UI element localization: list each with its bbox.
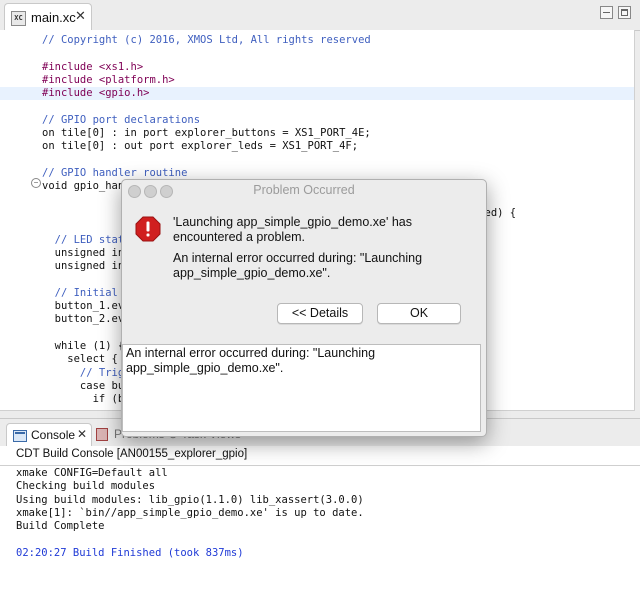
editor-tab-bar: XC main.xc ✕ — [0, 0, 640, 31]
tab-main-xc[interactable]: XC main.xc ✕ — [4, 3, 92, 31]
tab-label: main.xc — [31, 10, 76, 25]
error-message: 'Launching app_simple_gpio_demo.xe' has … — [173, 215, 412, 244]
console-title: CDT Build Console [AN00155_explorer_gpio… — [16, 448, 248, 460]
close-icon[interactable]: ✕ — [75, 8, 86, 24]
details-text: An internal error occurred during: "Laun… — [126, 346, 376, 375]
console-icon — [13, 430, 27, 442]
ok-button[interactable]: OK — [377, 303, 461, 324]
xc-file-icon: XC — [11, 11, 26, 26]
console-header: CDT Build Console [AN00155_explorer_gpio… — [0, 446, 640, 466]
code-line[interactable]: #include <xs1.h> — [42, 61, 634, 74]
code-line[interactable]: on tile[0] : out port explorer_leds = XS… — [42, 140, 634, 153]
console-line: Using build modules: lib_gpio(1.1.0) lib… — [16, 493, 364, 506]
code-line[interactable]: on tile[0] : in port explorer_buttons = … — [42, 127, 634, 140]
details-button[interactable]: << Details — [277, 303, 363, 324]
code-line[interactable]: #include <gpio.h> — [0, 87, 634, 101]
dialog-title: Problem Occurred — [253, 183, 355, 197]
tab-console[interactable]: Console ✕ — [6, 423, 92, 448]
code-line[interactable]: // GPIO port declarations — [42, 114, 634, 127]
console-line: Build Complete — [16, 520, 105, 533]
problems-icon — [96, 428, 108, 441]
error-icon — [135, 216, 161, 242]
code-line[interactable]: #include <platform.h> — [42, 74, 634, 87]
console-line: xmake CONFIG=Default all — [16, 467, 168, 479]
console-output[interactable]: xmake CONFIG=Default all Checking build m… — [0, 466, 640, 603]
tab-label: Console — [31, 428, 76, 442]
console-line: 02:20:27 Build Finished (took 837ms) — [16, 546, 244, 559]
problem-dialog: Problem Occurred 'Launching app_simple_g… — [121, 179, 487, 437]
code-line[interactable]: // Copyright (c) 2016, XMOS Ltd, All rig… — [42, 34, 634, 47]
details-text-area[interactable]: An internal error occurred during: "Laun… — [122, 344, 481, 432]
error-detail: An internal error occurred during: "Laun… — [173, 251, 423, 280]
fold-collapse-icon[interactable]: − — [31, 178, 41, 188]
maximize-icon[interactable] — [618, 6, 631, 19]
console-line: xmake[1]: `bin//app_simple_gpio_demo.xe'… — [16, 506, 364, 519]
minimize-icon[interactable] — [600, 6, 613, 19]
console-line: Checking build modules — [16, 480, 156, 493]
close-icon[interactable]: ✕ — [77, 427, 87, 441]
